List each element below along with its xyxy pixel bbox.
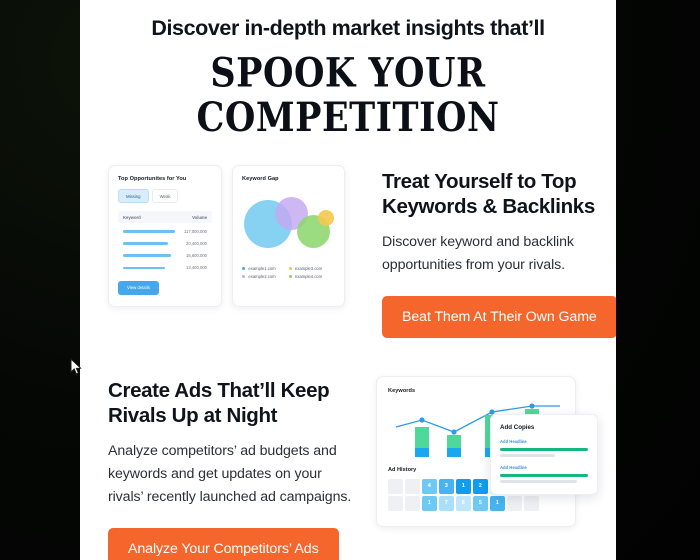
keywords-visual: Top Opportunites for You Missing Weak Ke… [108, 165, 360, 307]
landing-page: Discover in-depth market insights that’l… [80, 0, 616, 560]
tab-missing[interactable]: Missing [118, 189, 149, 204]
legend-label: example2.com [248, 273, 276, 279]
card-title: Keyword Gap [242, 176, 279, 183]
analyze-ads-cta-button[interactable]: Analyze Your Competitors’ Ads [108, 528, 339, 560]
ad-history-cell[interactable]: 1 [422, 496, 437, 511]
table-row[interactable]: 13,400,000 [118, 262, 212, 274]
table-row[interactable]: 117,000,000 [118, 225, 212, 237]
column-keyword: Keyword [123, 214, 141, 220]
ad-history-cell[interactable] [388, 496, 403, 511]
legend-dot-example3 [288, 266, 292, 270]
keywords-copy: Treat Yourself to Top Keywords & Backlin… [360, 165, 616, 339]
legend-label: example4.com [294, 273, 323, 279]
ad-history-row: 1 7 6 5 1 [388, 496, 564, 511]
keywords-card: Keywords Ad History 4 3 1 2 1 7 6 5 1 Ad… [376, 376, 598, 528]
add-headline-label[interactable]: Add Headline [500, 439, 588, 444]
ad-history-cell[interactable] [524, 496, 539, 511]
ad-history-cell[interactable]: 7 [439, 496, 454, 511]
ad-history-cell[interactable]: 2 [473, 479, 488, 494]
opportunities-table: Keyword Volume 117,000,000 20,400,000 16… [118, 211, 212, 274]
legend-item: example1.com [242, 264, 289, 272]
headline-placeholder-bar [500, 454, 555, 458]
table-row[interactable]: 20,400,000 [118, 237, 212, 249]
keyword-placeholder-bar [123, 242, 168, 245]
keyword-gap-card: Keyword Gap example1.com example3.com ex… [232, 165, 345, 307]
legend-dot-example1 [242, 266, 246, 270]
hero-section: Discover in-depth market insights that’l… [80, 0, 616, 140]
beat-them-cta-button[interactable]: Beat Them At Their Own Game [382, 296, 616, 339]
chart-bar [415, 427, 429, 458]
ad-history-cell[interactable]: 1 [490, 496, 505, 511]
ad-history-cell[interactable]: 4 [422, 479, 437, 494]
section-body: Analyze competitors’ ad budgets and keyw… [108, 443, 352, 506]
legend-dot-example4 [288, 274, 292, 279]
hero-subheading: Discover in-depth market insights that’l… [151, 16, 545, 40]
venn-circle-example3 [318, 210, 334, 227]
screen: Discover in-depth market insights that’l… [0, 0, 700, 560]
legend-item: example2.com [242, 272, 289, 280]
keyword-placeholder-bar [123, 229, 175, 233]
add-headline-label[interactable]: Add Headline [500, 465, 588, 470]
chart-bar [447, 435, 461, 458]
volume-value: 117,000,000 [184, 228, 207, 234]
column-volume: Volume [192, 214, 207, 220]
keywords-section: Top Opportunites for You Missing Weak Ke… [80, 165, 616, 339]
hero-heading: SPOOK YOUR COMPETITION [196, 49, 500, 142]
legend-item: example3.com [288, 264, 336, 272]
card-title: Keywords [388, 388, 416, 395]
opportunities-tabs: Missing Weak [118, 189, 212, 204]
top-opportunities-card: Top Opportunites for You Missing Weak Ke… [108, 165, 222, 307]
ad-history-cell[interactable] [388, 479, 403, 494]
venn-diagram [242, 188, 335, 260]
table-row[interactable]: 16,600,000 [118, 250, 212, 262]
ad-history-cell[interactable]: 6 [456, 496, 471, 511]
section-heading: Treat Yourself to Top Keywords & Backlin… [382, 170, 595, 219]
tab-weak[interactable]: Weak [151, 189, 179, 204]
volume-value: 16,600,000 [186, 253, 207, 259]
card-title: Top Opportunites for You [118, 176, 187, 183]
keyword-placeholder-bar [123, 266, 165, 270]
headline-progress-bar [500, 447, 588, 451]
ads-visual: Keywords Ad History 4 3 1 2 1 7 6 5 1 Ad… [358, 372, 598, 528]
section-heading: Create Ads That’ll Keep Rivals Up at Nig… [108, 379, 330, 428]
ad-history-cell[interactable] [405, 479, 420, 494]
venn-legend: example1.com example3.com example2.com e… [242, 264, 335, 280]
view-details-button[interactable]: View details [118, 280, 159, 295]
legend-label: example3.com [294, 265, 323, 271]
ad-history-cell[interactable] [507, 496, 522, 511]
volume-value: 13,400,000 [186, 265, 207, 271]
ads-section: Create Ads That’ll Keep Rivals Up at Nig… [80, 372, 616, 560]
ad-history-cell[interactable]: 5 [473, 496, 488, 511]
headline-placeholder-bar [500, 480, 578, 484]
keyword-placeholder-bar [123, 254, 171, 257]
legend-item: example4.com [288, 272, 336, 280]
add-copies-panel: Add Copies Add Headline Add Headline [490, 414, 598, 496]
panel-title: Add Copies [500, 424, 535, 432]
volume-value: 20,400,000 [186, 240, 207, 246]
legend-dot-example2 [242, 274, 246, 279]
ad-history-cell[interactable] [405, 496, 420, 511]
table-header: Keyword Volume [118, 211, 212, 224]
ads-copy: Create Ads That’ll Keep Rivals Up at Nig… [108, 372, 358, 560]
legend-label: example1.com [248, 265, 276, 271]
ad-history-cell[interactable]: 1 [456, 479, 471, 494]
headline-progress-bar [500, 473, 588, 477]
mouse-cursor [70, 358, 82, 375]
ad-history-cell[interactable]: 3 [439, 479, 454, 494]
section-body: Discover keyword and backlink opportunit… [382, 234, 574, 274]
